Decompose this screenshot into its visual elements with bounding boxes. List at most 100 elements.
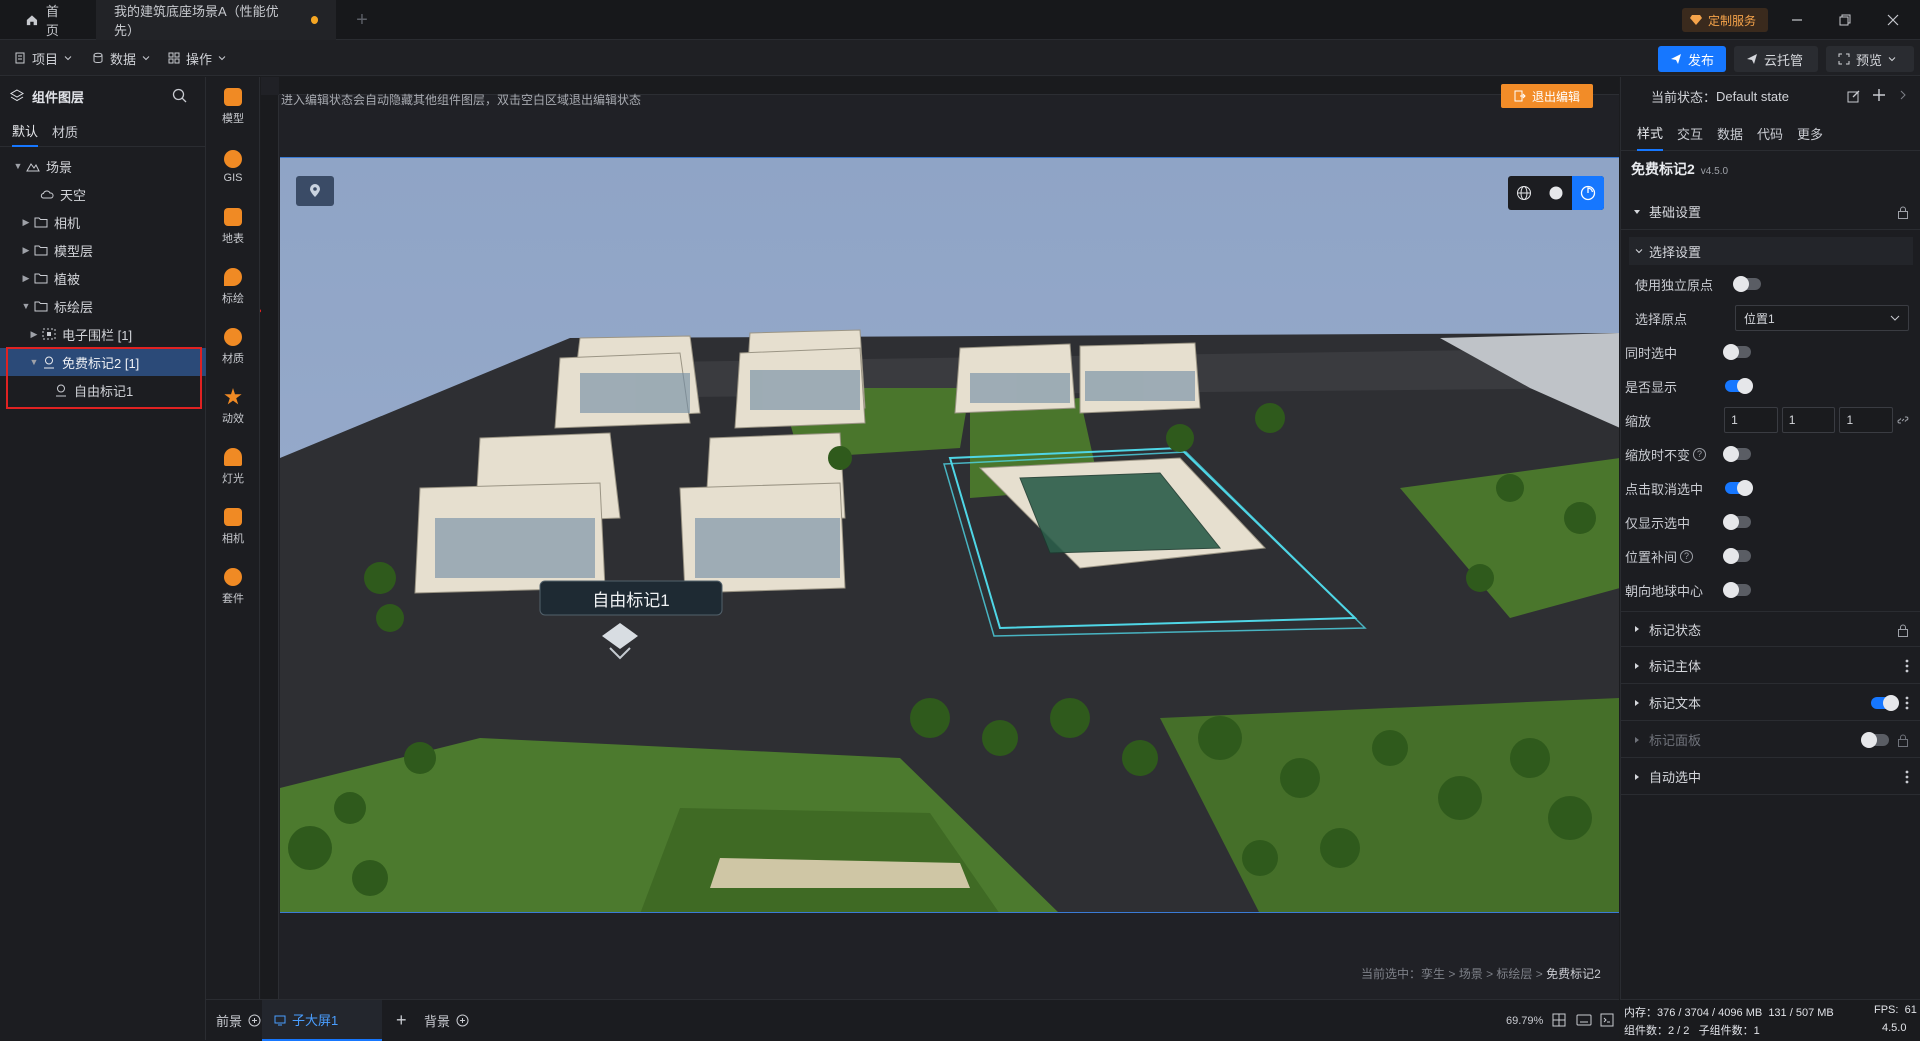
scene-viewport[interactable]: 自由标记1 [280,157,1619,913]
face-center-switch[interactable] [1723,582,1751,598]
tool-kit[interactable]: 套件 [206,557,260,617]
menu-data[interactable]: 数据 [92,40,150,76]
scene-marker-label[interactable]: 自由标记1 [540,581,722,615]
view-mode-globe[interactable] [1508,176,1540,210]
scale-z-input[interactable]: 1 [1839,407,1894,433]
link-icon[interactable] [1897,414,1909,426]
lock-icon[interactable] [1897,624,1909,637]
fit-screen-button[interactable] [1552,1013,1566,1027]
tab-sub-screen[interactable]: 子大屏1 [262,1000,382,1041]
tab-scene[interactable]: 我的建筑底座场景A（性能优先） [96,0,336,40]
scale-y-input[interactable]: 1 [1781,407,1836,433]
tool-plot[interactable]: 标绘 [206,257,260,317]
click-cancel-switch[interactable] [1725,480,1753,496]
marker-text-switch[interactable] [1871,695,1899,711]
tool-material[interactable]: 材质 [206,317,260,377]
view-mode-orbit[interactable] [1572,176,1604,210]
tool-camera[interactable]: 相机 [206,497,260,557]
current-state-value[interactable]: Default state [1716,89,1789,104]
tab-home[interactable]: 首页 [8,0,86,40]
tab-interaction[interactable]: 交互 [1677,115,1703,151]
tab-foreground[interactable]: 前景 [216,1000,261,1041]
section-auto-select[interactable]: 自动选中 [1621,759,1920,795]
add-circle-icon[interactable] [248,1014,261,1027]
tool-model[interactable]: 模型 [206,77,260,137]
use-origin-switch[interactable] [1733,276,1761,292]
add-screen-button[interactable]: + [396,1000,407,1041]
tree-item-fence[interactable]: ▶ 电子围栏 [1] [0,320,206,348]
tab-background[interactable]: 背景 [424,1000,469,1041]
menu-project[interactable]: 项目 [14,40,72,76]
help-icon[interactable]: ? [1693,447,1707,461]
minimize-button[interactable] [1774,0,1820,40]
only-show-switch[interactable] [1723,514,1751,530]
exit-edit-button[interactable]: 退出编辑 [1501,84,1593,108]
tool-label: 动效 [222,413,244,425]
close-button[interactable] [1870,0,1916,40]
restore-button[interactable] [1822,0,1868,40]
add-state-button[interactable] [1871,87,1887,103]
preview-button[interactable]: 预览 [1826,46,1914,72]
lock-icon[interactable] [1897,734,1909,747]
add-tab-button[interactable]: + [344,0,380,40]
subsection-select-settings[interactable]: 选择设置 [1629,237,1913,265]
tree-item-plot-layer[interactable]: ▼ 标绘层 [0,292,206,320]
tab-default[interactable]: 默认 [12,115,39,147]
path-segment[interactable]: 孪生 [1421,967,1445,981]
section-marker-state[interactable]: 标记状态 [1621,611,1920,647]
zoom-level[interactable]: 69.79% [1506,1000,1543,1041]
chevron-right-icon[interactable]: ▶ [28,329,40,340]
scale-fixed-switch[interactable] [1723,446,1751,462]
tool-terrain[interactable]: 地表 [206,197,260,257]
publish-button[interactable]: 发布 [1658,46,1726,72]
custom-service-button[interactable]: 定制服务 [1682,8,1768,32]
console-button[interactable] [1600,1013,1614,1027]
tree-item-vegetation[interactable]: ▶ 植被 [0,264,206,292]
add-circle-icon[interactable] [456,1014,469,1027]
more-vertical-icon[interactable] [1905,659,1909,673]
visible-switch[interactable] [1725,378,1753,394]
tree-item-camera[interactable]: ▶ 相机 [0,208,206,236]
view-mode-solid[interactable] [1540,176,1572,210]
menu-operate[interactable]: 操作 [168,40,226,76]
chevron-right-icon[interactable]: ▶ [20,245,32,256]
edit-state-button[interactable] [1847,89,1861,103]
tab-data[interactable]: 数据 [1717,115,1743,151]
section-marker-panel[interactable]: 标记面板 [1621,722,1920,758]
tool-effect[interactable]: 动效 [206,377,260,437]
more-vertical-icon[interactable] [1905,770,1909,784]
tree-item-model-layer[interactable]: ▶ 模型层 [0,236,206,264]
chevron-right-icon[interactable]: ▶ [20,273,32,284]
help-icon[interactable]: ? [1680,549,1694,563]
layer-search-button[interactable] [172,88,187,103]
scale-x-input[interactable]: 1 [1724,407,1778,433]
tool-light[interactable]: 灯光 [206,437,260,497]
tab-material[interactable]: 材质 [52,115,78,147]
section-basic[interactable]: 基础设置 [1621,194,1920,230]
lock-icon[interactable] [1897,206,1909,219]
tool-gis[interactable]: GIS [206,137,260,197]
chevron-right-icon[interactable]: ▶ [20,217,32,228]
tree-item-sky[interactable]: 天空 [0,180,206,208]
marker-panel-switch[interactable] [1861,732,1889,748]
chevron-down-icon[interactable]: ▼ [20,301,32,311]
scene-marker-button[interactable] [296,176,334,206]
path-segment[interactable]: 场景 [1459,967,1483,981]
state-more-button[interactable] [1899,89,1907,101]
tab-more[interactable]: 更多 [1797,115,1823,151]
cloud-hosting-button[interactable]: 云托管 [1734,46,1818,72]
tab-style[interactable]: 样式 [1637,115,1664,151]
ruler-left[interactable] [261,95,279,999]
section-marker-text[interactable]: 标记文本 [1621,685,1920,721]
tab-code[interactable]: 代码 [1757,115,1783,151]
chevron-down-icon[interactable]: ▼ [12,161,24,171]
more-vertical-icon[interactable] [1905,696,1909,710]
section-marker-body[interactable]: 标记主体 [1621,648,1920,684]
path-segment[interactable]: 标绘层 [1496,967,1532,981]
pos-tween-switch[interactable] [1723,548,1751,564]
tree-item-scene[interactable]: ▼ 场景 [0,152,206,180]
editor-canvas[interactable]: 进入编辑状态会自动隐藏其他组件图层，双击空白区域退出编辑状态 退出编辑 自由标记… [261,77,1619,999]
keyboard-button[interactable] [1576,1013,1592,1027]
origin-select[interactable]: 位置1 [1735,305,1909,331]
same-select-switch[interactable] [1723,344,1751,360]
